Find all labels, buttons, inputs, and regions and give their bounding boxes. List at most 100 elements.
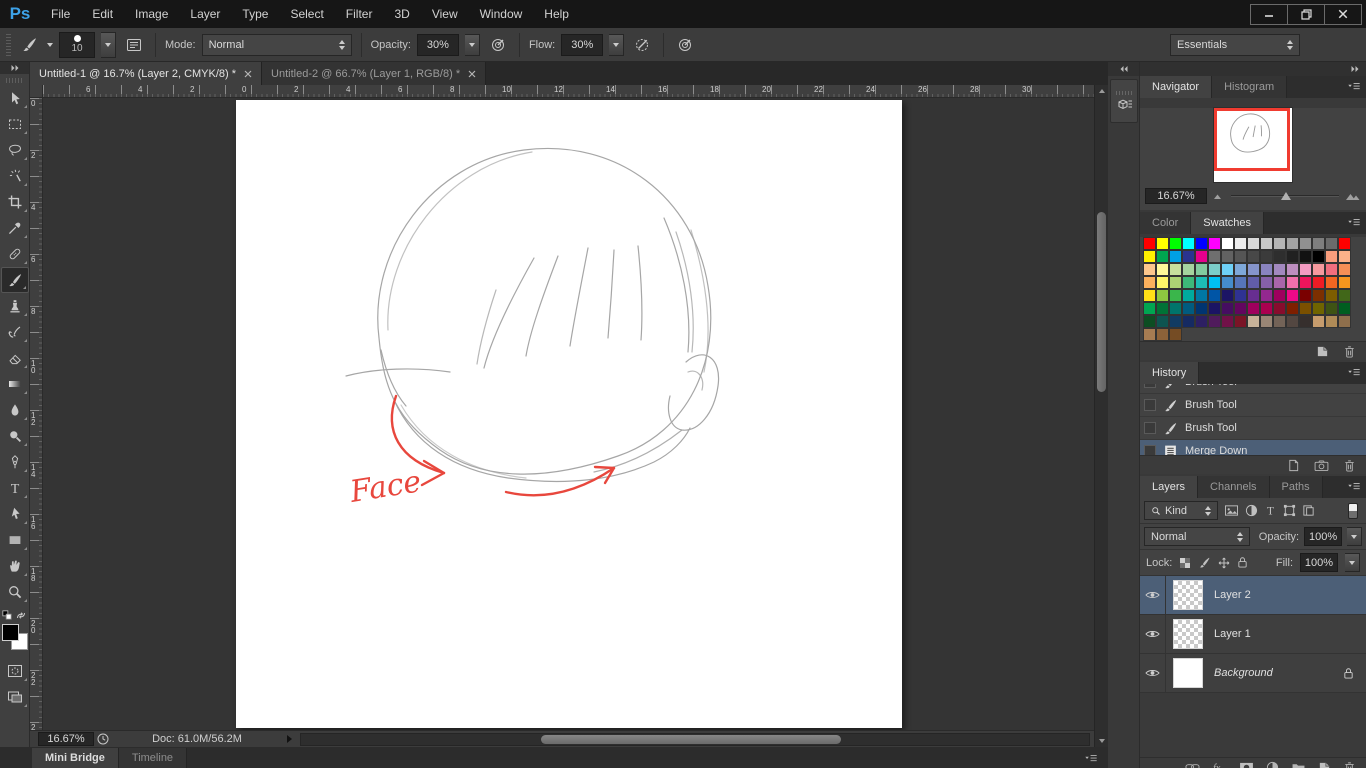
color-swatch[interactable] (1221, 276, 1234, 289)
menu-item[interactable]: Edit (81, 0, 124, 28)
history-source-checkbox[interactable] (1144, 422, 1156, 434)
restore-button[interactable] (1287, 3, 1325, 25)
tool-hand[interactable] (1, 553, 29, 579)
color-swatch[interactable] (1273, 237, 1286, 250)
tool-move[interactable] (1, 85, 29, 111)
color-swatch[interactable] (1260, 315, 1273, 328)
color-swatch[interactable] (1286, 289, 1299, 302)
airbrush-icon[interactable] (630, 33, 654, 57)
foreground-color-well[interactable] (1, 624, 19, 641)
tool-eraser[interactable] (1, 345, 29, 371)
navigator-view-box[interactable] (1214, 108, 1290, 171)
mode-select[interactable]: Normal (201, 33, 352, 56)
new-snapshot-camera-icon[interactable] (1314, 460, 1329, 471)
layer-thumbnail[interactable] (1173, 658, 1203, 688)
color-swatch[interactable] (1234, 302, 1247, 315)
layer-visibility-eye-icon[interactable] (1140, 654, 1166, 692)
color-swatch[interactable] (1156, 263, 1169, 276)
vertical-scrollbar[interactable] (1094, 85, 1108, 747)
add-layer-mask-icon[interactable] (1239, 762, 1254, 768)
filter-toggle[interactable] (1348, 502, 1358, 519)
color-swatch[interactable] (1169, 289, 1182, 302)
history-source-checkbox[interactable] (1144, 384, 1156, 388)
navigator-thumbnail[interactable] (1214, 108, 1292, 182)
layer-visibility-eye-icon[interactable] (1140, 615, 1166, 653)
color-swatch[interactable] (1182, 263, 1195, 276)
color-swatch[interactable] (1260, 250, 1273, 263)
horizontal-ruler[interactable]: 6 4 2 0 2 4 6 8 10 12 14 16 18 20 22 24 26 28 30 (43, 85, 1094, 98)
color-swatch[interactable] (1234, 289, 1247, 302)
swap-colors-icon[interactable] (15, 611, 27, 620)
color-swatch[interactable] (1247, 237, 1260, 250)
color-swatch[interactable] (1338, 250, 1351, 263)
history-state-row[interactable]: Brush Tool (1140, 394, 1366, 417)
layer-row[interactable]: Layer 1 (1140, 615, 1366, 654)
color-swatch[interactable] (1143, 289, 1156, 302)
color-swatch[interactable] (1195, 302, 1208, 315)
tool-quick-selection[interactable] (1, 163, 29, 189)
color-swatch[interactable] (1169, 276, 1182, 289)
color-swatch[interactable] (1156, 328, 1169, 341)
layer-opacity-dropdown-icon[interactable] (1347, 527, 1362, 546)
color-swatch[interactable] (1273, 263, 1286, 276)
link-layers-icon[interactable] (1185, 763, 1200, 768)
document-tab[interactable]: Untitled-1 @ 16.7% (Layer 2, CMYK/8) * (30, 62, 263, 85)
color-swatch[interactable] (1312, 302, 1325, 315)
color-swatch[interactable] (1169, 302, 1182, 315)
layer-name[interactable]: Layer 1 (1214, 628, 1251, 640)
tool-type[interactable] (1, 475, 29, 501)
color-swatch[interactable] (1182, 276, 1195, 289)
menu-item[interactable]: View (421, 0, 469, 28)
color-swatch[interactable] (1156, 315, 1169, 328)
pressure-opacity-icon[interactable] (486, 33, 510, 57)
color-swatch[interactable] (1156, 276, 1169, 289)
color-swatch[interactable] (1299, 276, 1312, 289)
color-swatch[interactable] (1143, 263, 1156, 276)
color-swatch[interactable] (1286, 315, 1299, 328)
color-swatch[interactable] (1273, 315, 1286, 328)
layer-filter-kind-select[interactable]: Kind (1144, 501, 1218, 520)
brush-picker-dropdown-icon[interactable] (101, 31, 116, 58)
color-swatch[interactable] (1273, 250, 1286, 263)
tool-dodge[interactable] (1, 423, 29, 449)
horizontal-scrollbar-thumb[interactable] (541, 734, 841, 744)
collapse-dock-icon[interactable] (1108, 62, 1139, 76)
panel-menu-icon[interactable] (1347, 368, 1361, 377)
tool-brush[interactable] (0, 267, 29, 293)
panel-tab[interactable]: Layers (1140, 476, 1199, 498)
tool-rectangle[interactable] (1, 527, 29, 553)
color-swatch[interactable] (1182, 315, 1195, 328)
expand-dock-icon[interactable] (1140, 62, 1366, 76)
color-swatch[interactable] (1234, 315, 1247, 328)
color-swatch[interactable] (1273, 302, 1286, 315)
navigator-zoom-slider[interactable] (1231, 190, 1339, 202)
panel-menu-icon[interactable] (1347, 82, 1361, 91)
panel-tab-history[interactable]: History (1140, 362, 1200, 384)
menu-item[interactable]: Image (124, 0, 179, 28)
color-swatch[interactable] (1273, 289, 1286, 302)
panel-tab[interactable]: Channels (1198, 476, 1270, 498)
new-group-folder-icon[interactable] (1291, 762, 1306, 768)
color-swatch[interactable] (1208, 276, 1221, 289)
menu-item[interactable]: Layer (179, 0, 231, 28)
color-swatch[interactable] (1182, 237, 1195, 250)
color-swatch[interactable] (1195, 237, 1208, 250)
color-swatch[interactable] (1247, 276, 1260, 289)
filter-pixel-layers-icon[interactable] (1224, 504, 1239, 517)
color-swatch[interactable] (1286, 263, 1299, 276)
tool-crop[interactable] (1, 189, 29, 215)
color-swatch[interactable] (1195, 250, 1208, 263)
color-swatch[interactable] (1338, 289, 1351, 302)
color-swatch[interactable] (1143, 315, 1156, 328)
filter-shape-layers-icon[interactable] (1283, 504, 1296, 517)
layer-thumbnail[interactable] (1173, 580, 1203, 610)
color-swatch[interactable] (1286, 250, 1299, 263)
scroll-up-icon[interactable] (1095, 85, 1109, 97)
tool-zoom[interactable] (1, 579, 29, 605)
color-swatch[interactable] (1182, 302, 1195, 315)
color-swatch[interactable] (1221, 237, 1234, 250)
menu-item[interactable]: Type (231, 0, 279, 28)
blend-mode-select[interactable]: Normal (1144, 527, 1250, 546)
history-state-row[interactable]: Merge Down (1140, 440, 1366, 455)
new-doc-from-state-icon[interactable] (1287, 459, 1300, 472)
